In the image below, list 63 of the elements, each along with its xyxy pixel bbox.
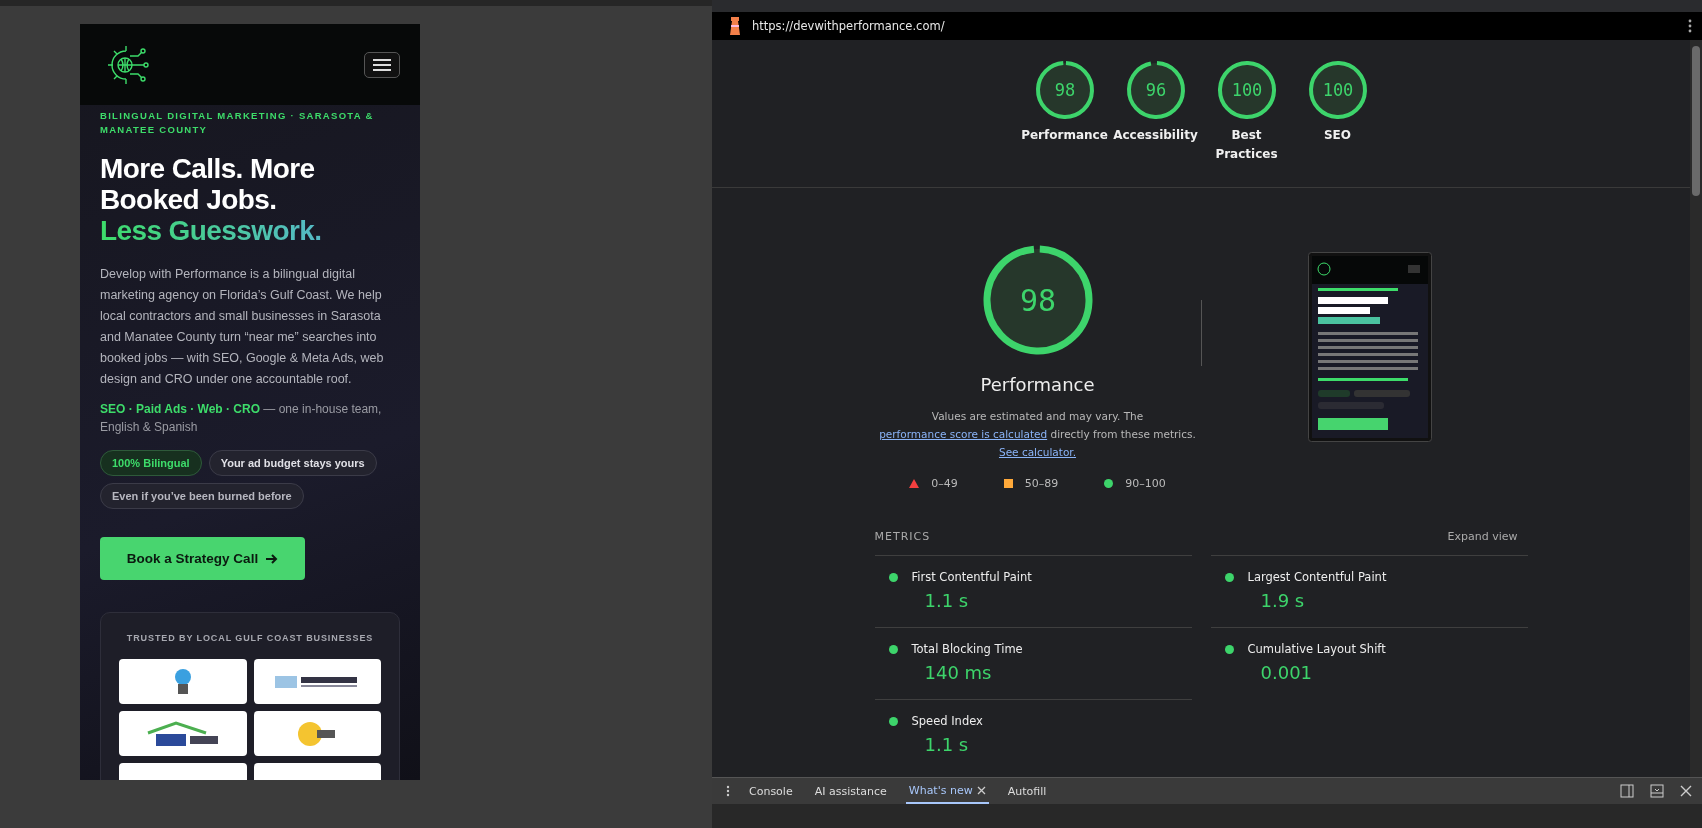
score-label: Accessibility	[1112, 127, 1199, 144]
status-dot	[888, 644, 898, 654]
circle-icon	[1104, 479, 1114, 488]
menu-icon	[373, 58, 391, 71]
score-gauge: 96	[1125, 60, 1186, 120]
drawer-tab[interactable]: AI assistance	[811, 778, 890, 804]
drawer-tab[interactable]: Autofill	[1004, 778, 1050, 804]
feature-tag: Your ad budget stays yours	[208, 450, 377, 476]
score-label: Best Practices	[1214, 127, 1279, 163]
expand-view-link[interactable]: Expand view	[1447, 530, 1518, 543]
score-label: SEO	[1322, 127, 1352, 144]
dock-side-icon[interactable]	[1620, 784, 1634, 798]
metric-value: 1.9 s	[1260, 590, 1306, 611]
metric-value: 140 ms	[924, 662, 993, 683]
scrollbar-thumb[interactable]	[1692, 46, 1700, 196]
metric-label: Total Blocking Time	[911, 642, 1023, 656]
metric-label: First Contentful Paint	[911, 570, 1032, 584]
legend-range: 0–49	[931, 477, 958, 490]
trusted-heading: TRUSTED BY LOCAL GULF COAST BUSINESSES	[125, 633, 375, 643]
metric-label: Cumulative Layout Shift	[1247, 642, 1386, 656]
score-gauge: 100	[1307, 60, 1368, 120]
page-url: https://devwithperformance.com/	[752, 19, 946, 33]
performance-gauge: 98	[981, 244, 1094, 356]
book-call-button[interactable]: Book a Strategy Call	[100, 537, 305, 580]
more-options-icon[interactable]	[726, 785, 730, 797]
calculator-link[interactable]: See calculator.	[998, 446, 1077, 458]
drawer-tab[interactable]: What's new	[905, 778, 989, 804]
menu-button[interactable]	[364, 51, 400, 78]
sun-logo-drawing	[297, 720, 338, 747]
metric-label: Largest Contentful Paint	[1247, 570, 1387, 584]
metrics-heading: METRICS	[874, 530, 931, 543]
legend-range: 90–100	[1125, 477, 1166, 490]
performance-title: Performance	[980, 374, 1095, 395]
square-icon	[1003, 479, 1013, 488]
score-link[interactable]: performance score is calculated	[879, 428, 1048, 440]
score-gauge: 98	[1034, 60, 1095, 120]
feature-tag: Even if you’ve been burned before	[100, 483, 304, 509]
drawer-tab[interactable]: Console	[746, 778, 796, 804]
tree-logo-drawing	[172, 667, 193, 696]
more-options-icon[interactable]	[1688, 19, 1692, 33]
eyebrow-text: BILINGUAL DIGITAL MARKETING · SARASOTA & MANATEE COUNTY	[100, 109, 375, 137]
estimate-note: Values are estimated and may vary. The performance score is calculated directly from these metrics. See calculator.	[878, 409, 1197, 460]
metric-value: 1.1 s	[924, 590, 970, 611]
status-dot	[888, 716, 898, 726]
services-line: SEO · Paid Ads · Web · CRO — one in-house team, English & Spanish	[100, 401, 383, 436]
status-dot	[1224, 572, 1234, 582]
lighthouse-icon	[728, 16, 742, 36]
metric-value: 0.001	[1260, 662, 1314, 683]
score-gauge: 100	[1216, 60, 1277, 120]
feature-tag: 100% Bilingual	[100, 450, 202, 476]
score-label: Performance	[1020, 127, 1109, 144]
triangle-icon	[909, 479, 920, 488]
close-icon[interactable]	[976, 785, 986, 795]
metric-value: 1.1 s	[924, 734, 970, 755]
hero-heading: More Calls. More Booked Jobs. Less Guesswork.	[100, 153, 360, 246]
metric-label: Speed Index	[911, 714, 983, 728]
dock-bottom-icon[interactable]	[1650, 784, 1664, 798]
close-icon[interactable]	[1680, 785, 1692, 797]
arrow-right-icon	[266, 553, 279, 564]
status-dot	[888, 572, 898, 582]
status-dot	[1224, 644, 1234, 654]
legend-range: 50–89	[1024, 477, 1059, 490]
intro-paragraph: Develop with Performance is a bilingual digital marketing agency on Florida’s Gulf Coast. We help local contractors and small businesses in Sarasota and Manatee County turn “near me” searches into booked jobs — with SEO, Google & Meta Ads, web design and CRO under one accountable roof.	[100, 266, 385, 388]
